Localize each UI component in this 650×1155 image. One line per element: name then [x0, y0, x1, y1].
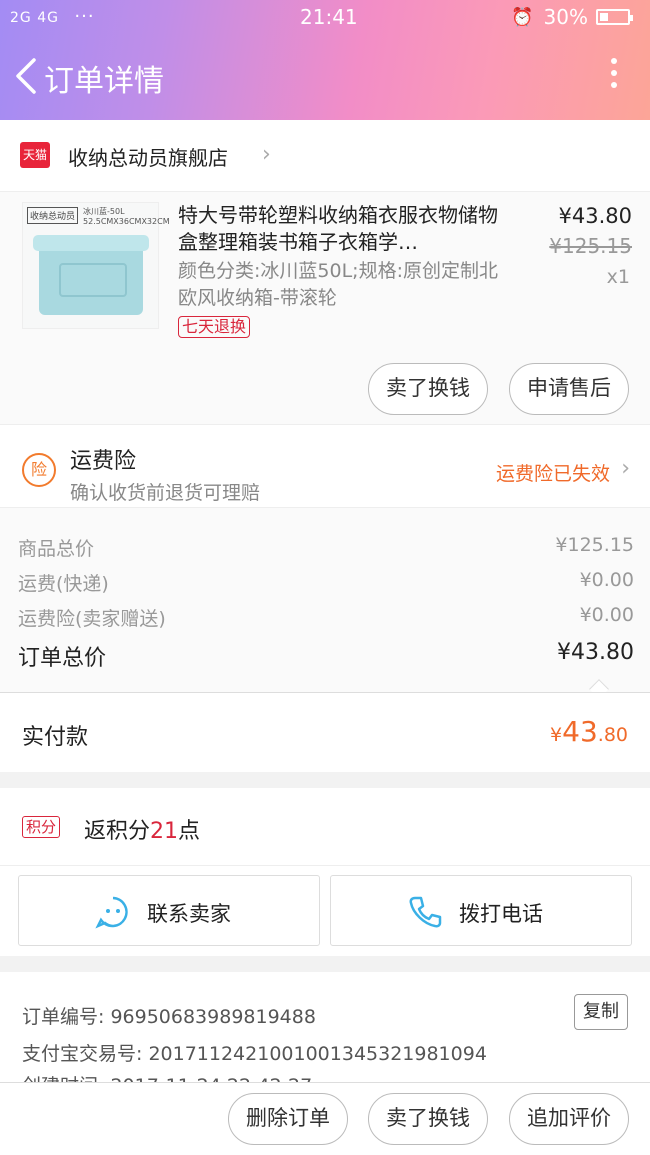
paid-label: 实付款	[22, 725, 89, 750]
summary-row-total: 订单总价 ¥43.80	[18, 640, 634, 672]
summary-label: 运费(快递)	[18, 573, 109, 595]
summary-value: ¥0.00	[579, 569, 634, 591]
chevron-right-icon: ›	[621, 456, 630, 481]
tmall-icon: 天猫	[20, 142, 50, 168]
header-background: 2G 4G ··· 21:41 ⏰ 30% 订单详情	[0, 0, 650, 120]
total-value: ¥43.80	[557, 640, 634, 665]
product-price: ¥43.80	[558, 204, 632, 228]
alipay-number: 支付宝交易号: 2017112421001001345321981094	[22, 1043, 487, 1065]
insurance-subtitle: 确认收货前退货可理赔	[70, 482, 261, 504]
more-menu-icon[interactable]	[608, 58, 620, 98]
sell-button[interactable]: 卖了换钱	[368, 363, 488, 415]
alarm-icon: ⏰	[511, 6, 534, 28]
product-original-price: ¥125.15	[549, 234, 632, 258]
signal-icon: 2G 4G	[10, 10, 59, 26]
after-sale-button[interactable]: 申请售后	[509, 363, 629, 415]
product-image-spec: 冰川蓝-50L 52.5CMX36CMX32CM	[83, 207, 170, 226]
shop-row[interactable]: 天猫 收纳总动员旗舰店 ›	[0, 120, 650, 192]
chat-bubble-icon	[95, 896, 128, 929]
product-image-brand: 收纳总动员	[27, 207, 79, 224]
summary-value: ¥125.15	[555, 534, 634, 556]
product-item[interactable]: 收纳总动员 冰川蓝-50L 52.5CMX36CMX32CM 特大号带轮塑料收纳…	[0, 192, 650, 424]
call-phone-button[interactable]: 拨打电话	[330, 875, 632, 946]
order-info: 订单编号: 96950683989819488 支付宝交易号: 20171124…	[0, 972, 650, 1082]
status-right: ⏰ 30%	[511, 5, 633, 29]
insurance-title: 运费险	[70, 449, 137, 474]
product-title[interactable]: 特大号带轮塑料收纳箱衣服衣物储物盒整理箱装书箱子衣箱学…	[178, 202, 498, 256]
paid-integer: 43	[562, 715, 598, 748]
product-spec: 颜色分类:冰川蓝50L;规格:原创定制北欧风收纳箱-带滚轮	[178, 260, 498, 309]
more-notifications-icon: ···	[74, 6, 95, 27]
contact-seller-button[interactable]: 联系卖家	[18, 875, 320, 946]
created-time: 创建时间: 2017-11-24 22:42:27	[22, 1071, 312, 1082]
summary-label: 商品总价	[18, 538, 95, 560]
paid-decimal: .80	[597, 724, 628, 746]
status-bar: 2G 4G ··· 21:41 ⏰ 30%	[0, 0, 650, 34]
contact-seller-label: 联系卖家	[147, 902, 231, 926]
paid-currency: ¥	[550, 724, 563, 746]
points-text: 返积分21点	[84, 813, 200, 845]
price-summary: 商品总价 ¥125.15 运费(快递) ¥0.00 运费险(卖家赠送) ¥0.0…	[0, 508, 650, 699]
signal-indicators: 2G 4G ···	[10, 6, 95, 27]
shipping-insurance-row[interactable]: 险 运费险 确认收货前退货可理赔 运费险已失效 ›	[0, 424, 650, 508]
product-image[interactable]: 收纳总动员 冰川蓝-50L 52.5CMX36CMX32CM	[22, 202, 170, 329]
points-row: 积分 返积分21点	[0, 788, 650, 866]
nav-bar: 订单详情	[0, 44, 650, 110]
product-quantity: x1	[606, 266, 630, 288]
additional-review-button[interactable]: 追加评价	[509, 1093, 629, 1145]
chevron-right-icon: ›	[262, 142, 271, 167]
order-number: 订单编号: 96950683989819488	[22, 1006, 316, 1028]
points-suffix: 点	[178, 819, 201, 844]
total-label: 订单总价	[18, 646, 107, 671]
status-time: 21:41	[300, 5, 358, 29]
shop-name[interactable]: 收纳总动员旗舰店	[68, 142, 228, 171]
battery-percent: 30%	[543, 5, 588, 29]
summary-value: ¥0.00	[579, 604, 634, 626]
back-arrow-icon[interactable]	[12, 56, 42, 96]
battery-icon	[596, 9, 633, 25]
summary-row-insurance: 运费险(卖家赠送) ¥0.00	[18, 604, 634, 631]
points-number: 21	[150, 819, 179, 844]
call-phone-label: 拨打电话	[459, 902, 543, 926]
return-policy-tag: 七天退换	[178, 316, 251, 338]
summary-row-goods: 商品总价 ¥125.15	[18, 534, 634, 561]
paid-amount: ¥43.80	[550, 715, 628, 748]
sell-button-bottom[interactable]: 卖了换钱	[368, 1093, 488, 1145]
summary-label: 运费险(卖家赠送)	[18, 608, 166, 630]
storage-box-picture	[33, 235, 149, 315]
phone-icon	[409, 896, 442, 928]
insurance-icon: 险	[22, 453, 56, 487]
contact-row: 联系卖家 拨打电话	[0, 866, 650, 956]
summary-row-shipping: 运费(快递) ¥0.00	[18, 569, 634, 596]
copy-button[interactable]: 复制	[574, 994, 628, 1030]
bottom-action-bar: 删除订单 卖了换钱 追加评价	[0, 1082, 650, 1155]
points-tag: 积分	[22, 816, 61, 838]
points-prefix: 返积分	[84, 819, 151, 844]
page-title: 订单详情	[44, 64, 164, 99]
insurance-status[interactable]: 运费险已失效	[496, 459, 610, 486]
delete-order-button[interactable]: 删除订单	[228, 1093, 348, 1145]
paid-amount-row: 实付款 ¥43.80	[0, 692, 650, 772]
